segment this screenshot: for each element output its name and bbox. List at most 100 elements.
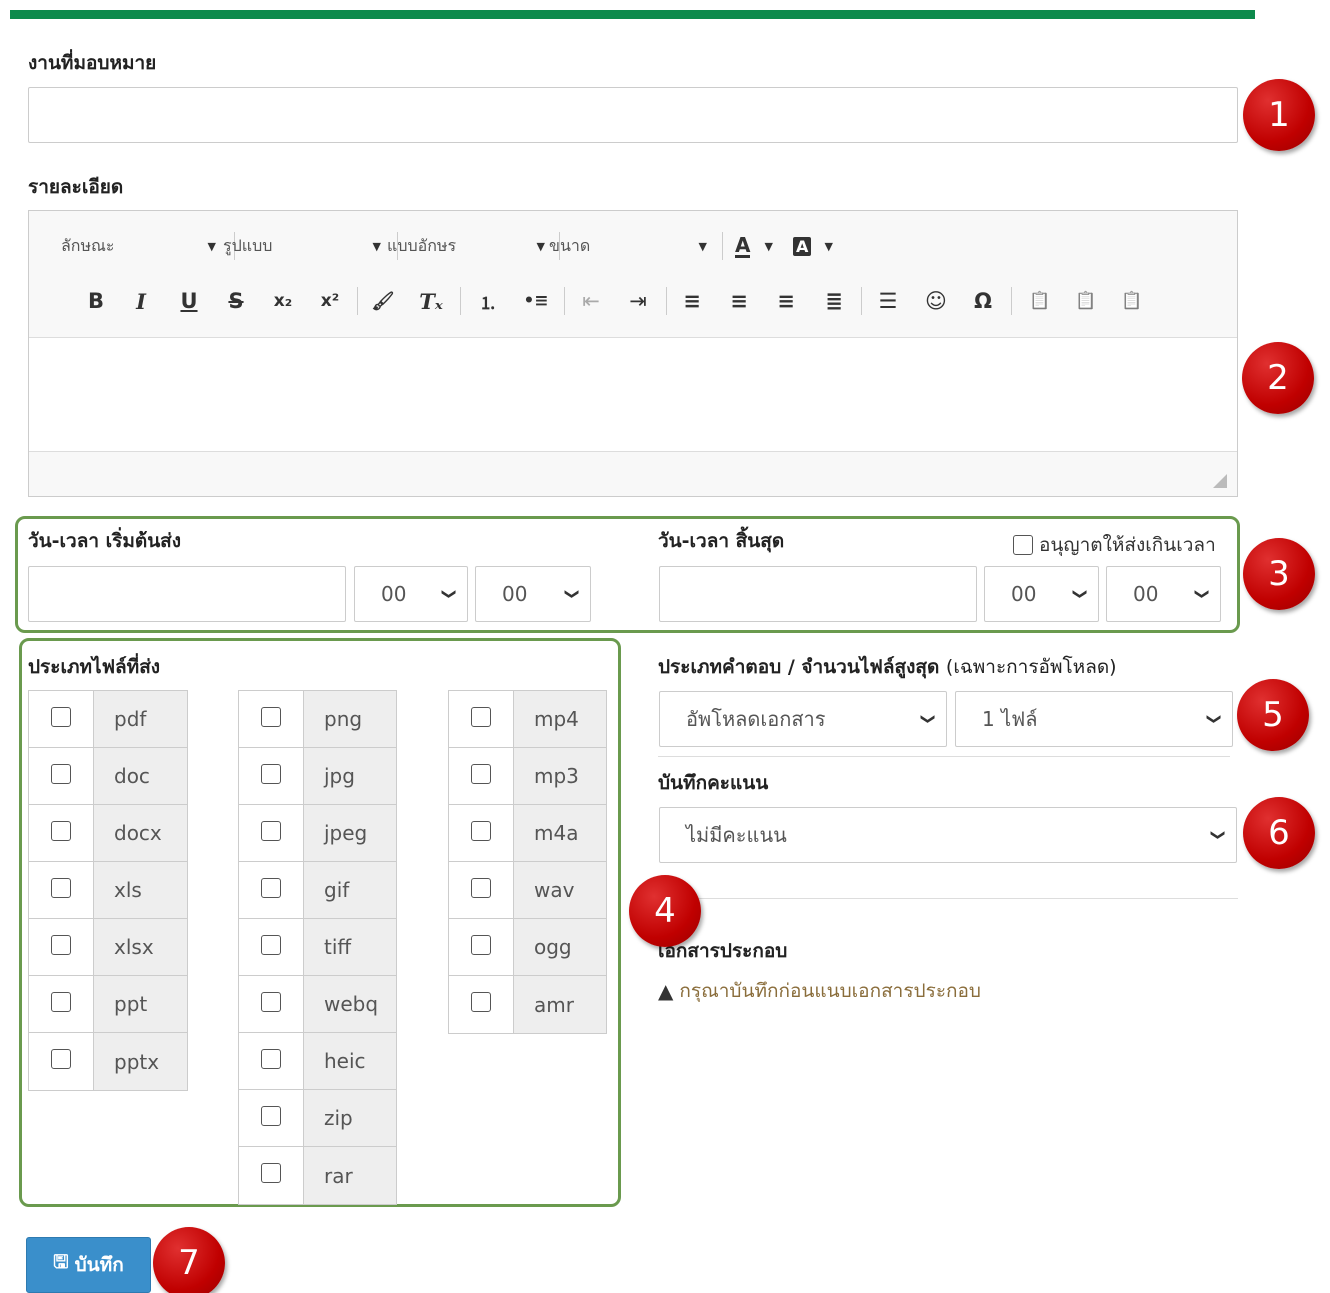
file-type-checkbox[interactable]	[261, 1106, 281, 1126]
bg-color-button[interactable]: A ▼	[789, 231, 839, 261]
file-type-checkbox[interactable]	[471, 992, 491, 1012]
list-item[interactable]: mp3	[449, 748, 606, 805]
allow-late-checkbox[interactable]	[1013, 535, 1033, 555]
list-item[interactable]: heic	[239, 1033, 396, 1090]
align-right-icon[interactable]: ≡	[769, 286, 803, 316]
list-item[interactable]: mp4	[449, 691, 606, 748]
numbered-list-icon[interactable]: ⒈	[471, 286, 505, 316]
special-char-icon[interactable]: Ω	[966, 286, 1000, 316]
subscript-icon[interactable]: x₂	[266, 286, 300, 316]
file-type-checkbox[interactable]	[51, 1049, 71, 1069]
file-type-label: mp3	[514, 748, 606, 804]
step-badge-6: 6	[1243, 797, 1315, 869]
image-types-list: png jpg jpeg gif tiff webq heic zip rar	[238, 690, 397, 1205]
list-item[interactable]: wav	[449, 862, 606, 919]
underline-icon[interactable]: U	[172, 286, 206, 316]
paste-word-icon[interactable]: 📋	[1115, 286, 1149, 316]
chevron-down-icon: ❯	[1206, 713, 1223, 725]
remove-format-icon[interactable]: Tₓ	[414, 286, 448, 316]
align-center-icon[interactable]: ≡	[722, 286, 756, 316]
start-minute-value: 00	[502, 582, 528, 606]
list-item[interactable]: png	[239, 691, 396, 748]
file-type-checkbox[interactable]	[471, 935, 491, 955]
file-type-checkbox[interactable]	[261, 707, 281, 727]
list-item[interactable]: rar	[239, 1147, 396, 1204]
list-item[interactable]: tiff	[239, 919, 396, 976]
outdent-icon[interactable]: ⇤	[574, 286, 608, 316]
font-combo[interactable]: แบบอักษร ▼	[383, 231, 551, 261]
toolbar-separator	[722, 232, 723, 260]
max-files-select[interactable]: 1 ไฟล์ ❯	[955, 691, 1233, 747]
file-type-checkbox[interactable]	[51, 821, 71, 841]
list-item[interactable]: webq	[239, 976, 396, 1033]
allow-late-option[interactable]: อนุญาตให้ส่งเกินเวลา	[1013, 530, 1216, 560]
file-type-checkbox[interactable]	[471, 764, 491, 784]
list-item[interactable]: m4a	[449, 805, 606, 862]
save-button[interactable]: 🖫 บันทึก	[26, 1237, 151, 1293]
file-type-checkbox[interactable]	[261, 992, 281, 1012]
align-left-icon[interactable]: ≡	[675, 286, 709, 316]
list-item[interactable]: doc	[29, 748, 187, 805]
strikethrough-icon[interactable]: S	[219, 286, 253, 316]
list-item[interactable]: jpg	[239, 748, 396, 805]
max-files-value: 1 ไฟล์	[982, 707, 1038, 731]
file-type-checkbox[interactable]	[261, 1163, 281, 1183]
end-date-input[interactable]	[659, 566, 977, 622]
start-date-input[interactable]	[28, 566, 346, 622]
list-item[interactable]: gif	[239, 862, 396, 919]
indent-icon[interactable]: ⇥	[621, 286, 655, 316]
end-minute-value: 00	[1133, 582, 1159, 606]
end-minute-select[interactable]: 00 ❯	[1106, 566, 1221, 622]
start-minute-select[interactable]: 00 ❯	[475, 566, 591, 622]
list-item[interactable]: xls	[29, 862, 187, 919]
file-type-checkbox[interactable]	[261, 935, 281, 955]
file-type-checkbox[interactable]	[51, 707, 71, 727]
file-type-checkbox[interactable]	[51, 992, 71, 1012]
detail-label: รายละเอียด	[28, 176, 124, 198]
resize-handle-icon[interactable]	[1213, 474, 1227, 488]
file-type-checkbox[interactable]	[261, 764, 281, 784]
styles-combo[interactable]: ลักษณะ ▼	[57, 231, 222, 261]
list-item[interactable]: pdf	[29, 691, 187, 748]
horizontal-line-icon[interactable]: ☰	[871, 286, 905, 316]
file-type-checkbox[interactable]	[471, 707, 491, 727]
paste-icon[interactable]: 📋	[1023, 286, 1057, 316]
file-type-checkbox[interactable]	[471, 821, 491, 841]
list-item[interactable]: ogg	[449, 919, 606, 976]
list-item[interactable]: ppt	[29, 976, 187, 1033]
list-item[interactable]: pptx	[29, 1033, 187, 1090]
list-item[interactable]: xlsx	[29, 919, 187, 976]
caret-down-icon: ▼	[207, 239, 216, 253]
smiley-icon[interactable]: ☺	[919, 286, 953, 316]
text-color-button[interactable]: A ▼	[731, 231, 779, 261]
file-type-checkbox[interactable]	[261, 878, 281, 898]
assignment-input[interactable]	[28, 87, 1238, 143]
answer-type-select[interactable]: อัพโหลดเอกสาร ❯	[659, 691, 947, 747]
copy-format-icon[interactable]: 🖌	[366, 286, 400, 316]
bulleted-list-icon[interactable]: •≡	[519, 286, 553, 316]
file-type-checkbox[interactable]	[261, 821, 281, 841]
italic-icon[interactable]: I	[124, 286, 158, 316]
list-item[interactable]: jpeg	[239, 805, 396, 862]
document-types-list: pdf doc docx xls xlsx ppt pptx	[28, 690, 188, 1091]
justify-icon[interactable]: ≣	[817, 286, 851, 316]
list-item[interactable]: docx	[29, 805, 187, 862]
bold-icon[interactable]: B	[79, 286, 113, 316]
floppy-disk-icon: 🖫	[53, 1252, 69, 1273]
score-select[interactable]: ไม่มีคะแนน ❯	[659, 807, 1237, 863]
format-combo[interactable]: รูปแบบ ▼	[219, 231, 387, 261]
file-type-checkbox[interactable]	[51, 878, 71, 898]
list-item[interactable]: amr	[449, 976, 606, 1033]
size-combo[interactable]: ขนาด ▼	[545, 231, 713, 261]
paste-text-icon[interactable]: 📋	[1069, 286, 1103, 316]
editor-content-area[interactable]	[29, 338, 1237, 451]
file-type-checkbox[interactable]	[261, 1049, 281, 1069]
file-type-checkbox[interactable]	[51, 935, 71, 955]
superscript-icon[interactable]: x²	[313, 286, 347, 316]
file-type-checkbox[interactable]	[51, 764, 71, 784]
answer-type-value: อัพโหลดเอกสาร	[686, 707, 826, 731]
end-hour-select[interactable]: 00 ❯	[984, 566, 1099, 622]
start-hour-select[interactable]: 00 ❯	[354, 566, 468, 622]
file-type-checkbox[interactable]	[471, 878, 491, 898]
list-item[interactable]: zip	[239, 1090, 396, 1147]
